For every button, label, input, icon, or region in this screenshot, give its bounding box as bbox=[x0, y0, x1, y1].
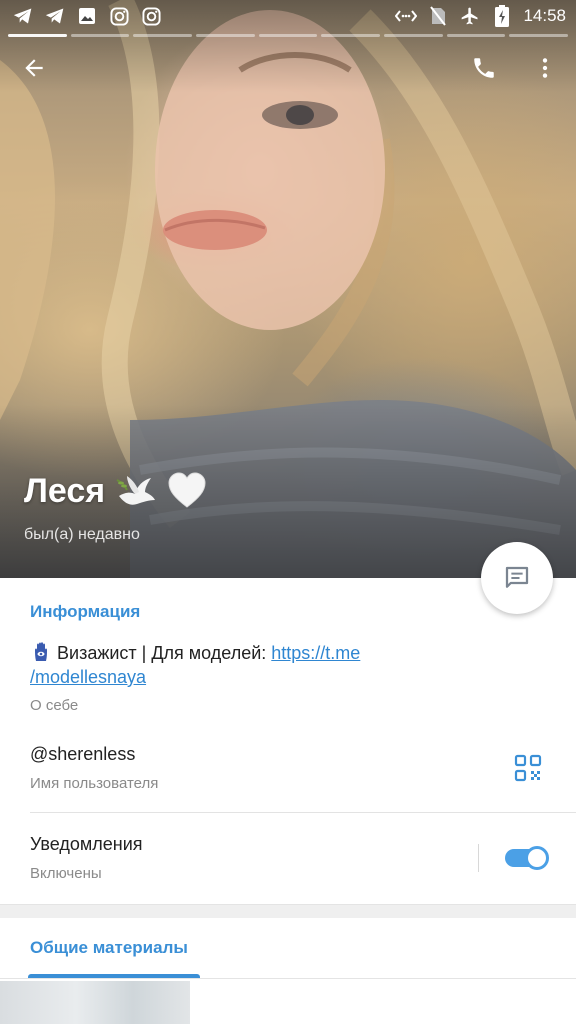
toggle-knob bbox=[525, 846, 549, 870]
image-icon bbox=[76, 5, 98, 27]
story-progress bbox=[8, 34, 569, 38]
airplane-icon bbox=[459, 5, 481, 27]
top-toolbar bbox=[0, 44, 576, 92]
arrow-left-icon bbox=[25, 59, 43, 77]
more-vert-icon bbox=[542, 58, 548, 78]
qr-code-icon bbox=[514, 754, 542, 782]
white-heart-emoji-icon bbox=[168, 472, 206, 508]
bio-link-continued[interactable]: /modellesnaya bbox=[30, 667, 146, 687]
back-button[interactable] bbox=[14, 48, 54, 88]
story-segment bbox=[70, 34, 130, 37]
send-message-button[interactable] bbox=[481, 542, 553, 614]
phone-icon bbox=[474, 58, 494, 78]
notifications-title[interactable]: Уведомления bbox=[30, 832, 143, 856]
instagram-icon bbox=[140, 5, 162, 27]
story-segment bbox=[446, 34, 506, 37]
media-thumbnail[interactable] bbox=[0, 981, 190, 1024]
story-segment bbox=[321, 34, 381, 37]
telegram-icon bbox=[12, 5, 34, 27]
story-segment bbox=[509, 34, 569, 37]
notifications-toggle[interactable] bbox=[505, 846, 549, 870]
shared-media-section: Общие материалы bbox=[0, 918, 576, 1024]
notifications-status: Включены bbox=[30, 865, 102, 882]
story-segment bbox=[258, 34, 318, 37]
username-label: Имя пользователя bbox=[30, 775, 159, 792]
bio-text[interactable]: Визажист | Для моделей: https://t.me /mo… bbox=[30, 641, 360, 689]
story-segment bbox=[133, 34, 193, 37]
bio-label: О себе bbox=[30, 697, 79, 714]
dove-emoji-icon bbox=[116, 476, 156, 505]
telegram-icon bbox=[44, 5, 66, 27]
tab-divider bbox=[0, 978, 576, 979]
story-segment bbox=[384, 34, 443, 37]
status-bar: 14:58 bbox=[0, 0, 576, 32]
system-icons: 14:58 bbox=[395, 5, 566, 27]
no-sim-icon bbox=[427, 5, 449, 27]
story-segment bbox=[196, 34, 255, 37]
more-menu-button[interactable] bbox=[525, 48, 565, 88]
section-gap bbox=[0, 904, 576, 918]
profile-header: Леся был(а) недавно bbox=[24, 470, 207, 544]
data-saver-icon bbox=[395, 5, 418, 27]
notification-icons bbox=[12, 5, 162, 27]
last-seen-status: был(а) недавно bbox=[24, 526, 140, 543]
qr-code-button[interactable] bbox=[514, 754, 546, 786]
story-segment bbox=[8, 34, 67, 37]
battery-charging-icon bbox=[491, 5, 513, 27]
call-button[interactable] bbox=[464, 48, 504, 88]
profile-name: Леся bbox=[24, 471, 106, 510]
divider bbox=[30, 812, 576, 813]
bio-main-text: Визажист | Для моделей: bbox=[57, 643, 272, 663]
vertical-divider bbox=[478, 844, 479, 872]
message-icon bbox=[505, 566, 529, 588]
username-value[interactable]: @sherenless bbox=[30, 742, 135, 766]
instagram-icon bbox=[108, 5, 130, 27]
info-section: Информация Визажист | Для моделей: https… bbox=[0, 578, 576, 904]
info-section-title: Информация bbox=[30, 602, 141, 621]
hamsa-emoji-icon bbox=[35, 642, 47, 661]
clock: 14:58 bbox=[523, 6, 566, 25]
tab-shared-media[interactable]: Общие материалы bbox=[30, 938, 188, 958]
bio-link[interactable]: https://t.me bbox=[271, 643, 360, 663]
